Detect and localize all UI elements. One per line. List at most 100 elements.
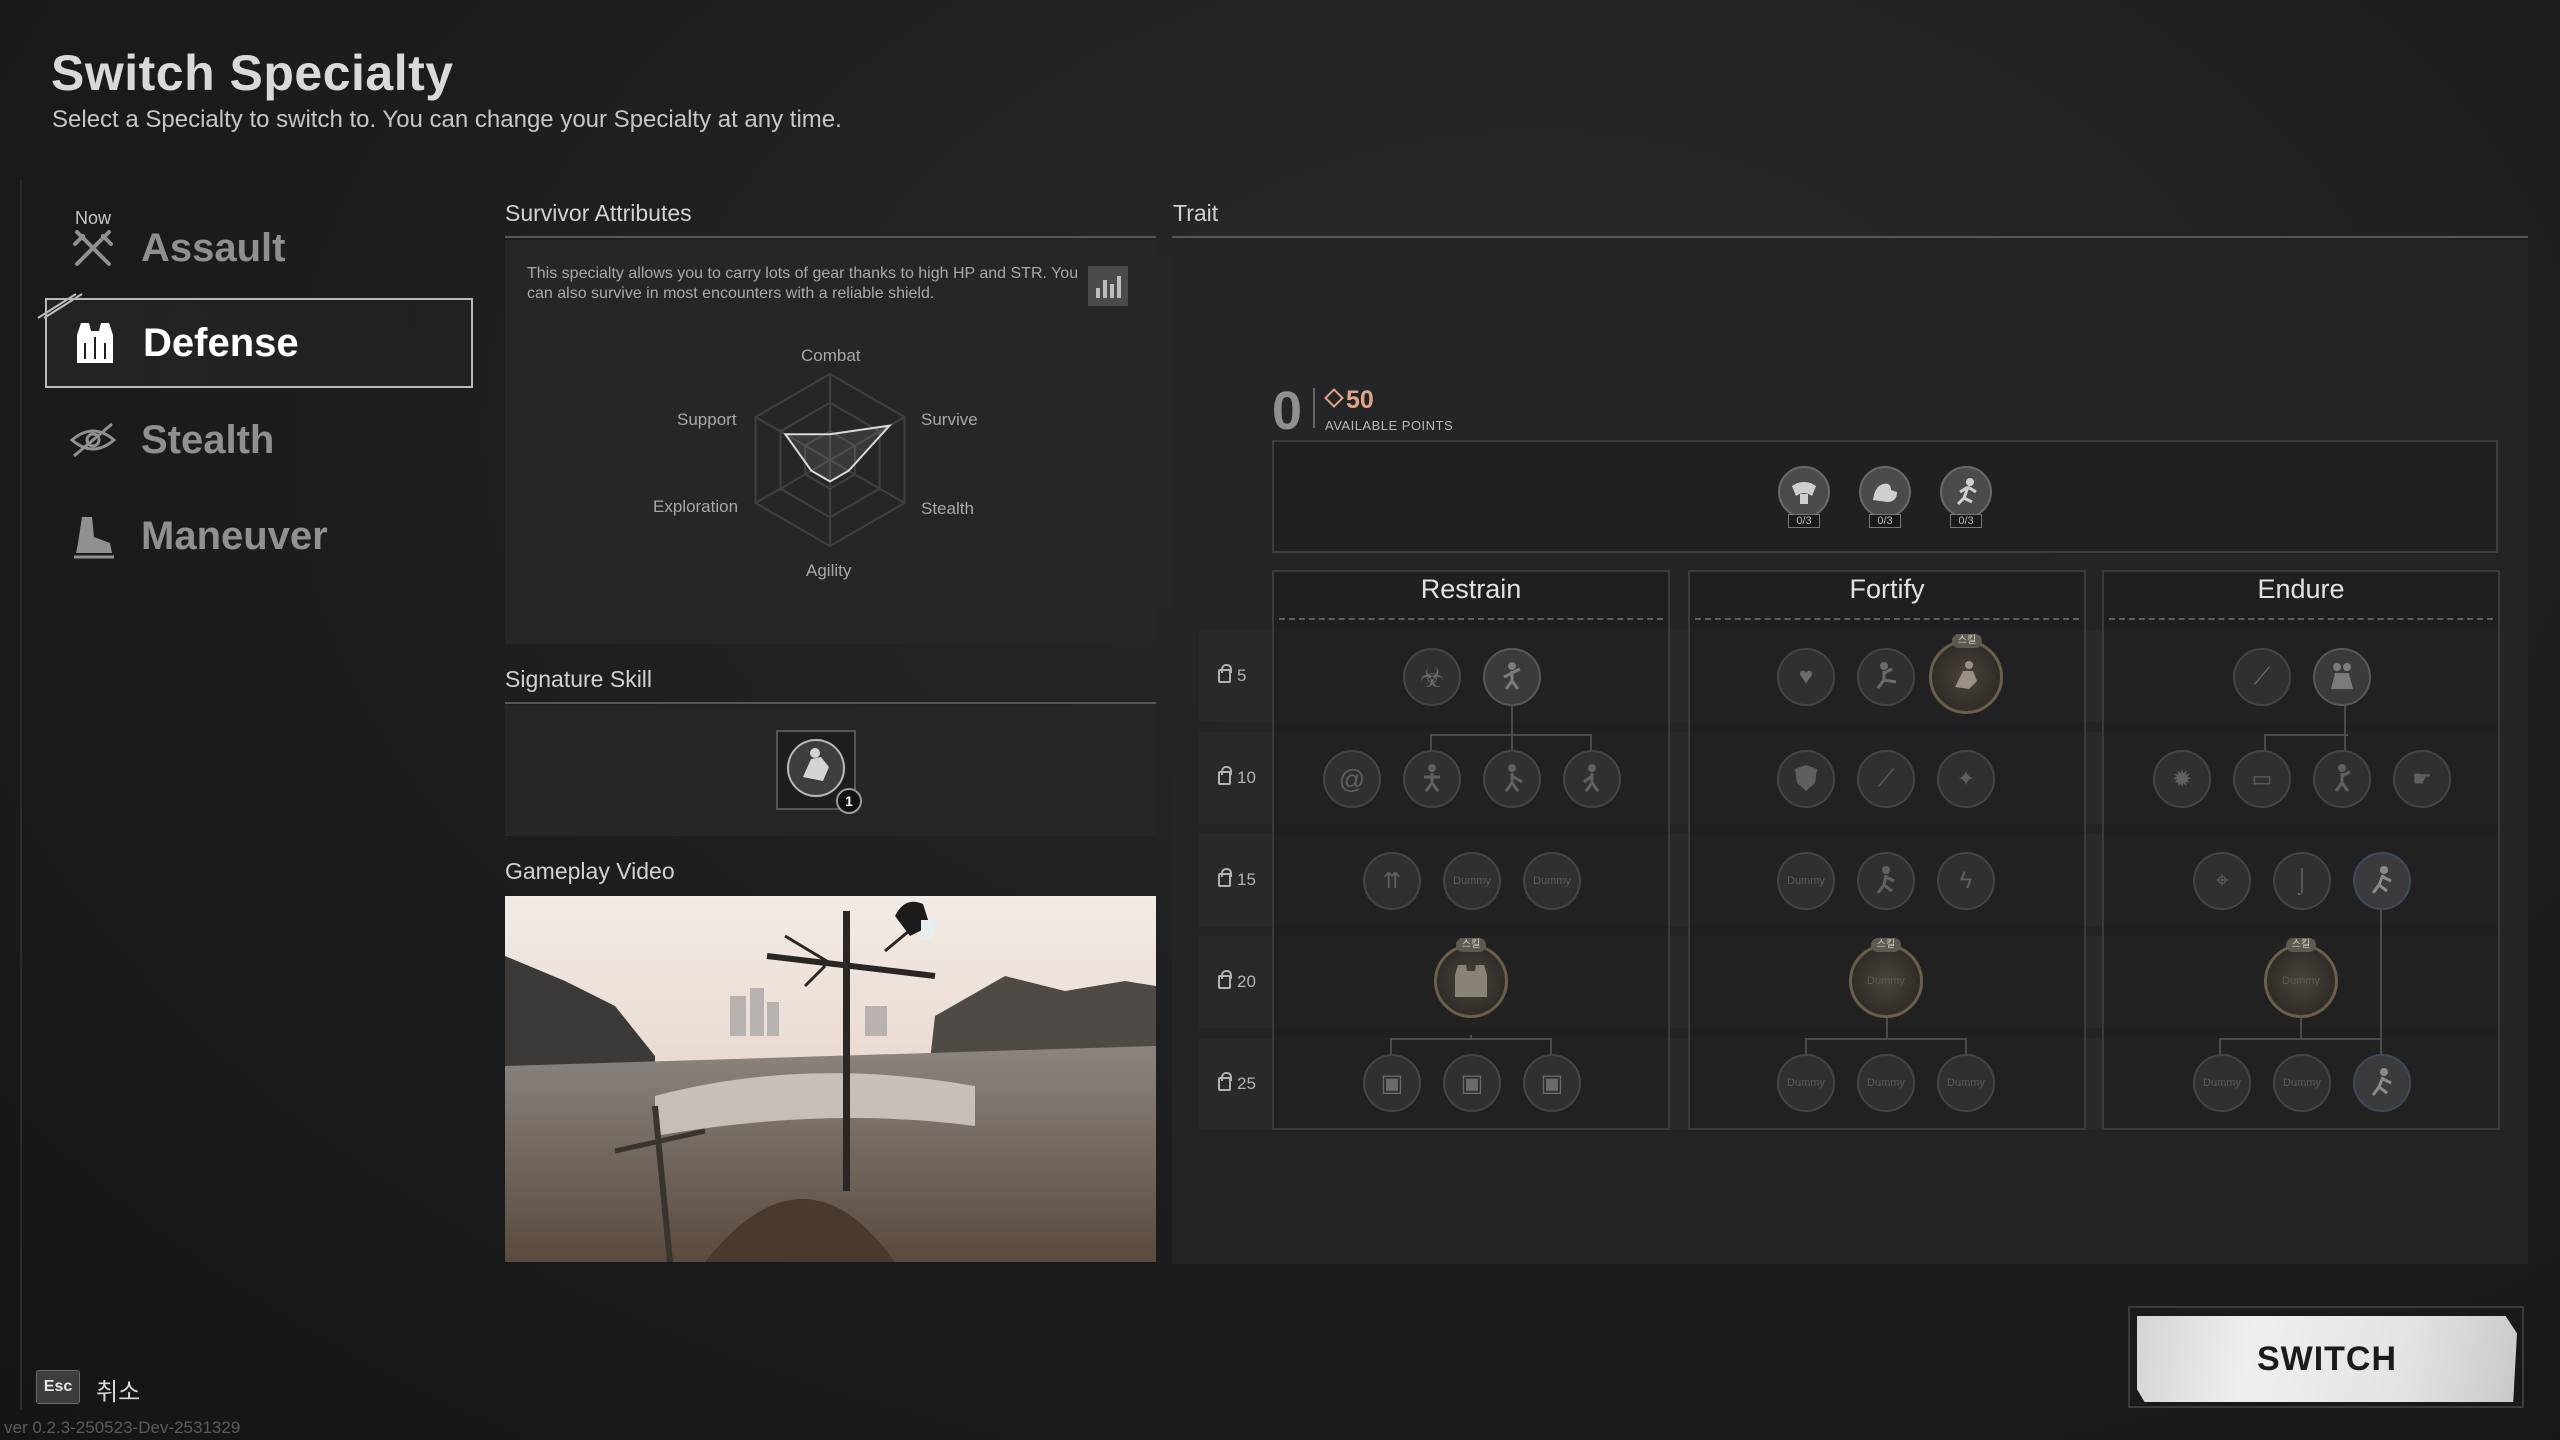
specialty-stealth[interactable]: Stealth xyxy=(45,395,473,485)
core-trait-1[interactable]: 0/3 xyxy=(1778,466,1830,528)
specialty-label: Defense xyxy=(143,320,299,365)
column-divider xyxy=(1279,618,1663,620)
radar-label-agility: Agility xyxy=(806,561,852,580)
radar-label-stealth: Stealth xyxy=(921,499,974,518)
biohazard-icon: ☣ xyxy=(1419,661,1445,693)
radar-label-combat: Combat xyxy=(801,346,861,365)
trait-node-dummy[interactable]: Dummy xyxy=(2193,1054,2251,1112)
tree-connector xyxy=(2300,1018,2302,1038)
trait-node-sprint[interactable] xyxy=(2353,1054,2411,1112)
trait-node-biohazard[interactable]: ☣ xyxy=(1403,648,1461,706)
trait-node-dash[interactable] xyxy=(2353,852,2411,910)
specialty-assault[interactable]: Assault xyxy=(45,203,473,293)
runner-figure-icon xyxy=(1870,864,1902,899)
battery-icon: ▭ xyxy=(2251,766,2273,791)
trait-node-dummy[interactable]: Dummy xyxy=(1937,1054,1995,1112)
trait-node-major-fortify-2[interactable]: Dummy xyxy=(1849,944,1923,1018)
shield-icon xyxy=(1793,763,1819,796)
trait-node-vest-c[interactable]: ▣ xyxy=(1523,1054,1581,1112)
signature-divider xyxy=(505,702,1156,704)
trait-node-syringe[interactable]: ⟋ xyxy=(2233,648,2291,706)
trait-node-heart[interactable]: ♥ xyxy=(1777,648,1835,706)
fighter-figure-icon xyxy=(1495,659,1529,696)
gameplay-video[interactable] xyxy=(505,896,1156,1262)
trait-node-kick[interactable] xyxy=(1857,648,1915,706)
armor-vest-icon: ▣ xyxy=(1540,1069,1564,1097)
trait-node-runner[interactable] xyxy=(1857,852,1915,910)
specialty-defense[interactable]: Defense xyxy=(45,298,473,388)
core-trait-count: 0/3 xyxy=(1788,514,1820,528)
sprint-figure-icon xyxy=(2366,1066,2398,1101)
trait-node-dummy[interactable]: Dummy xyxy=(1857,1054,1915,1112)
climb-figure-icon xyxy=(2326,762,2358,797)
trait-node-climb[interactable] xyxy=(2313,750,2371,808)
level-requirement: 20 xyxy=(1218,970,1256,992)
specialty-label: Stealth xyxy=(141,417,275,462)
core-trait-2[interactable]: 0/3 xyxy=(1859,466,1911,528)
trait-node-dummy[interactable]: Dummy xyxy=(2273,1054,2331,1112)
specialty-maneuver[interactable]: Maneuver xyxy=(45,491,473,581)
trait-node-burst[interactable]: ✹ xyxy=(2153,750,2211,808)
muscle-body-icon xyxy=(1778,466,1830,518)
armor-vest-icon: ▣ xyxy=(1460,1069,1484,1097)
crossed-eye-icon xyxy=(45,420,141,460)
core-trait-count: 0/3 xyxy=(1950,514,1982,528)
armor-vest-icon: ▣ xyxy=(1380,1069,1404,1097)
armor-vest-icon xyxy=(47,319,143,367)
trait-node-fighter[interactable] xyxy=(1483,648,1541,706)
trait-node-battery[interactable]: ▭ xyxy=(2233,750,2291,808)
burst-down-icon: ✹ xyxy=(2171,765,2193,793)
trait-node-dummy[interactable]: Dummy xyxy=(1777,852,1835,910)
kick-figure-icon xyxy=(1870,660,1902,695)
tree-connector xyxy=(1886,1018,1888,1038)
trait-node-major-restrain[interactable] xyxy=(1434,944,1508,1018)
trait-node-arm[interactable]: ☛ xyxy=(2393,750,2451,808)
tree-connector xyxy=(2380,906,2382,1066)
trait-node-upgrade[interactable]: ⇈ xyxy=(1363,852,1421,910)
trait-node-hook[interactable]: ⌡ xyxy=(2273,852,2331,910)
column-title-endure: Endure xyxy=(2257,574,2345,604)
attributes-description: This specialty allows you to carry lots … xyxy=(527,265,1079,302)
skill-tag: 스킬 xyxy=(1456,938,1486,952)
trait-node-lightning[interactable]: ϟ xyxy=(1937,852,1995,910)
figure-up-icon: ⇈ xyxy=(1382,868,1402,893)
trait-heading: Trait xyxy=(1173,200,1219,226)
trait-node-heal[interactable] xyxy=(2313,648,2371,706)
lock-icon xyxy=(1218,766,1232,785)
points-separator xyxy=(1313,388,1315,428)
trait-node-guard[interactable] xyxy=(1483,750,1541,808)
heal-figure-icon xyxy=(2325,659,2359,696)
version-text: ver 0.2.3-250523-Dev-2531329 xyxy=(4,1418,241,1437)
trait-node-crosshair[interactable]: ⌖ xyxy=(2193,852,2251,910)
tree-connector xyxy=(1511,706,1513,734)
trait-node-impact[interactable]: ✦ xyxy=(1937,750,1995,808)
cancel-label[interactable]: 취소 xyxy=(96,1372,140,1407)
swirl-icon: @ xyxy=(1338,763,1366,794)
core-trait-3[interactable]: 0/3 xyxy=(1940,466,1992,528)
trait-node-dummy[interactable]: Dummy xyxy=(1777,1054,1835,1112)
spent-points: 0 xyxy=(1272,381,1303,441)
shield-bash-icon xyxy=(1947,657,1985,698)
trait-node-swirl[interactable]: @ xyxy=(1323,750,1381,808)
trait-node-major-endure[interactable]: Dummy xyxy=(2264,944,2338,1018)
trait-node-dummy[interactable]: Dummy xyxy=(1443,852,1501,910)
impact-up-icon: ✦ xyxy=(1956,766,1976,791)
running-boot-icon xyxy=(45,513,141,559)
skill-tag: 스킬 xyxy=(1871,938,1901,952)
switch-button[interactable]: SWITCH xyxy=(2137,1316,2517,1402)
tree-connector xyxy=(2344,706,2346,754)
trait-node-major-fortify[interactable] xyxy=(1929,640,2003,714)
radar-label-exploration: Exploration xyxy=(653,497,739,516)
trait-node-vest-a[interactable]: ▣ xyxy=(1363,1054,1421,1112)
bar-chart-icon[interactable] xyxy=(1088,266,1128,306)
trait-node-vest-b[interactable]: ▣ xyxy=(1443,1054,1501,1112)
trait-node-dummy[interactable]: Dummy xyxy=(1523,852,1581,910)
trait-node-blade[interactable]: ⟋ xyxy=(1857,750,1915,808)
esc-key-icon[interactable]: Esc xyxy=(36,1370,80,1404)
trait-node-brace[interactable] xyxy=(1563,750,1621,808)
column-divider xyxy=(2109,618,2493,620)
brace-figure-icon xyxy=(1576,762,1608,797)
dash-figure-icon xyxy=(2366,864,2398,899)
trait-node-stance[interactable] xyxy=(1403,750,1461,808)
trait-node-shield[interactable] xyxy=(1777,750,1835,808)
